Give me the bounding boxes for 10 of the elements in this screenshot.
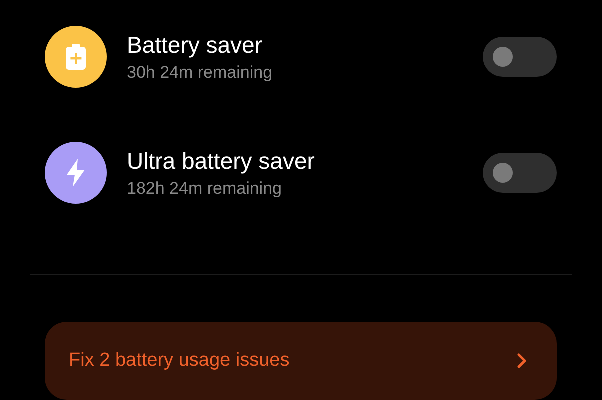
chevron-right-icon [517,353,527,369]
battery-plus-icon [65,44,87,70]
toggle-switch[interactable] [483,153,557,193]
mode-title: Ultra battery saver [127,147,316,176]
lightning-bolt-icon [66,159,86,187]
mode-subtitle: 182h 24m remaining [127,178,283,200]
mode-subtitle: 30h 24m remaining [127,62,274,84]
toggle-switch[interactable] [483,37,557,77]
fix-issues-banner[interactable]: Fix 2 battery usage issues [45,322,557,400]
mode-title: Battery saver [127,31,264,60]
